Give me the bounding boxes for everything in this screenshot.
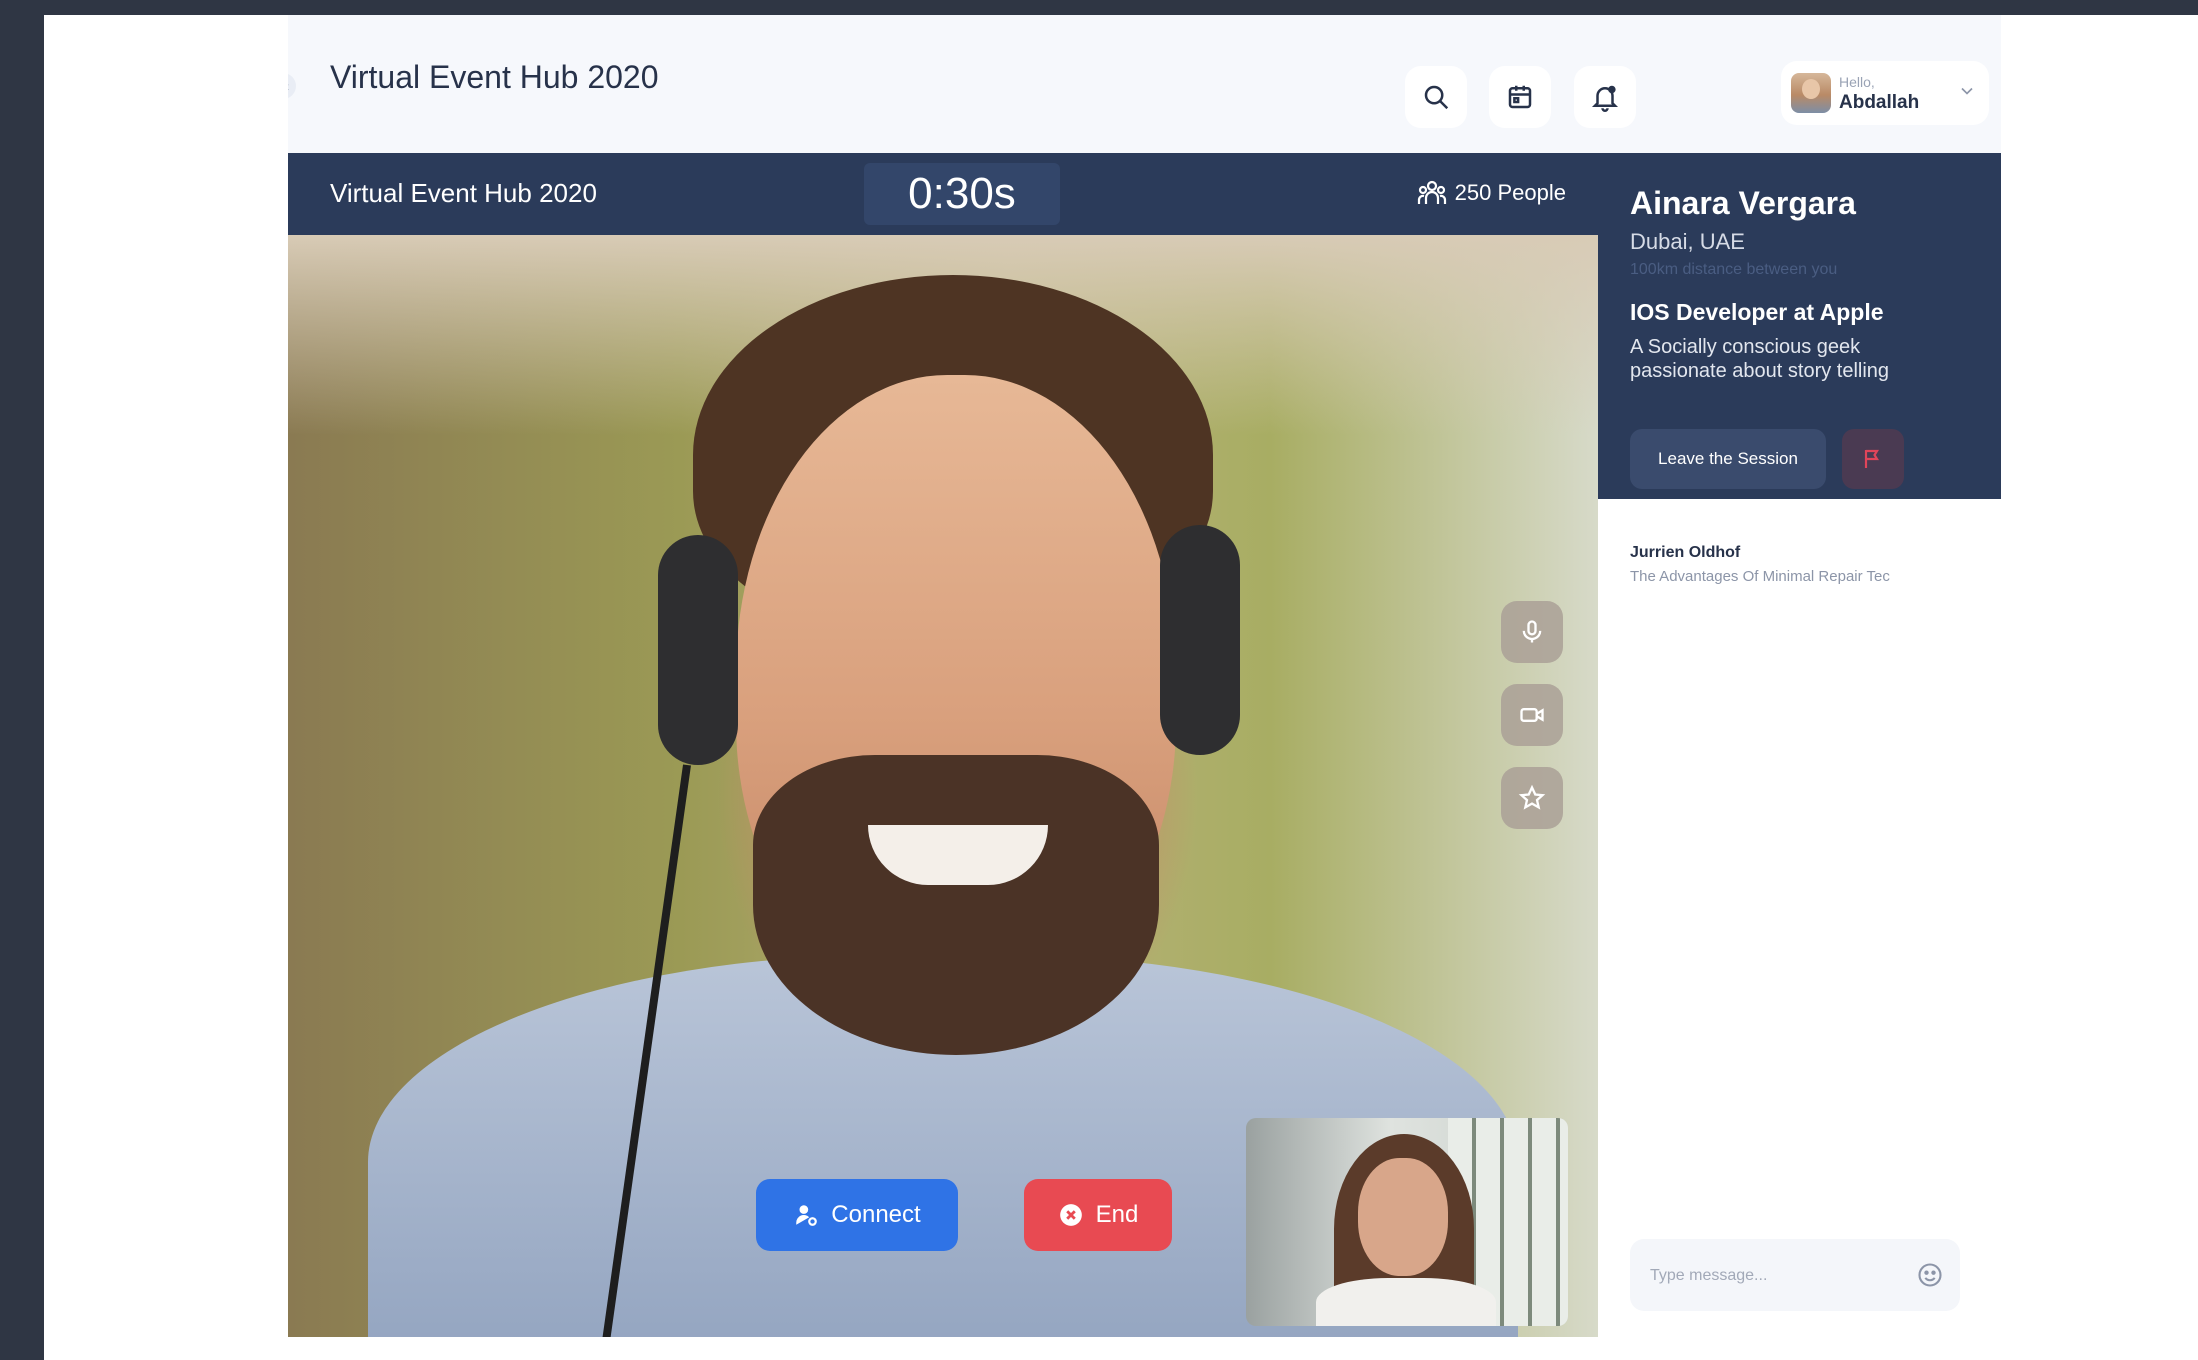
profile-distance: 100km distance between you <box>1630 261 1838 278</box>
avatar <box>1791 73 1831 113</box>
session-bar: Virtual Event Hub 2020 0:30s 250 People <box>288 153 1598 235</box>
report-button[interactable] <box>1842 429 1904 489</box>
session-timer: 0:30s <box>864 163 1060 225</box>
message-composer <box>1630 1239 1960 1311</box>
speaker-profile: Ainara Vergara Dubai, UAE 100km distance… <box>1598 153 2001 499</box>
session-title: Virtual Event Hub 2020 <box>330 178 597 208</box>
pip-body <box>1316 1278 1496 1326</box>
profile-name: Ainara Vergara <box>1630 185 1856 221</box>
profile-bio: A Socially conscious geek passionate abo… <box>1630 336 1890 382</box>
camera-button[interactable] <box>1501 684 1563 746</box>
self-view-video[interactable] <box>1246 1118 1568 1326</box>
event-app: ‹ Virtual Event Hub 2020 Hello, Abdallah… <box>288 15 2001 1337</box>
close-circle-icon <box>1059 1204 1082 1226</box>
notifications-button[interactable] <box>1574 66 1636 128</box>
user-name: Abdallah <box>1839 92 1920 113</box>
flag-icon <box>1864 449 1879 468</box>
message-author: Jurrien Oldhof <box>1630 544 1741 561</box>
attendee-count: 250 People <box>1417 180 1566 206</box>
profile-role: IOS Developer at Apple <box>1630 299 1884 325</box>
emoji-icon[interactable] <box>1916 1261 1944 1289</box>
calendar-icon <box>1508 85 1532 109</box>
microphone-icon <box>1522 620 1542 643</box>
bell-icon <box>1591 85 1619 112</box>
user-menu[interactable]: Hello, Abdallah <box>1781 61 1989 125</box>
star-icon <box>1518 784 1546 810</box>
main-video-feed: Connect End <box>288 235 1598 1337</box>
mic-button[interactable] <box>1501 601 1563 663</box>
headset-right <box>1160 525 1240 755</box>
message-input[interactable] <box>1648 1257 1902 1295</box>
favorite-button[interactable] <box>1501 767 1563 829</box>
headset-left <box>658 535 738 765</box>
user-greeting: Hello, <box>1839 74 1875 90</box>
chevron-down-icon[interactable] <box>1957 81 1977 101</box>
sidebar-toggle[interactable]: ‹ <box>288 73 296 99</box>
end-label: End <box>1095 1201 1139 1228</box>
video-camera-icon <box>1520 708 1544 722</box>
search-icon <box>1424 85 1449 110</box>
chat-panel: Jurrien Oldhof The Advantages Of Minimal… <box>1598 499 2001 1337</box>
page-title: Virtual Event Hub 2020 <box>330 59 659 95</box>
end-call-button[interactable]: End <box>1024 1179 1172 1251</box>
message-text: The Advantages Of Minimal Repair Tec <box>1630 568 1890 585</box>
leave-session-button[interactable]: Leave the Session <box>1630 429 1826 489</box>
connect-label: Connect <box>831 1201 921 1228</box>
user-connect-icon <box>796 1205 818 1226</box>
calendar-button[interactable] <box>1489 66 1551 128</box>
pip-face <box>1358 1158 1448 1276</box>
search-button[interactable] <box>1405 66 1467 128</box>
speaker-beard <box>753 755 1159 1055</box>
attendee-count-label: 250 People <box>1454 180 1566 205</box>
connect-button[interactable]: Connect <box>756 1179 958 1251</box>
top-header: ‹ Virtual Event Hub 2020 Hello, Abdallah <box>288 15 2001 153</box>
profile-location: Dubai, UAE <box>1630 229 1745 254</box>
page-canvas: ‹ Virtual Event Hub 2020 Hello, Abdallah… <box>44 15 2198 1360</box>
people-icon <box>1417 180 1446 204</box>
